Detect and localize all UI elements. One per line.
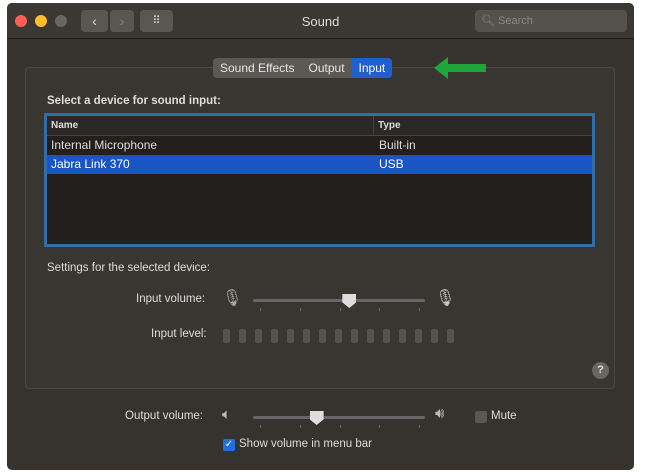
device-name: Internal Microphone <box>51 138 158 152</box>
level-segment <box>319 329 326 343</box>
level-segment <box>431 329 438 343</box>
device-table[interactable]: Name Type Internal Microphone Built-in J… <box>44 113 595 247</box>
level-segment <box>383 329 390 343</box>
settings-heading: Settings for the selected device: <box>47 262 211 274</box>
tab-bar: Sound Effects Output Input <box>213 58 393 78</box>
tab-sound-effects[interactable]: Sound Effects <box>213 58 302 78</box>
speaker-high-icon: 🔊︎ <box>435 405 445 422</box>
green-arrow-annotation-icon <box>434 57 486 79</box>
column-name[interactable]: Name <box>47 116 374 135</box>
speaker-low-icon: 🔈︎ <box>222 406 232 423</box>
tab-input[interactable]: Input <box>351 58 393 78</box>
show-volume-label: Show volume in menu bar <box>239 438 372 450</box>
table-row-selected[interactable]: Jabra Link 370 USB <box>47 155 592 174</box>
level-segment <box>303 329 310 343</box>
level-segment <box>271 329 278 343</box>
input-volume-slider[interactable] <box>253 299 425 302</box>
device-heading: Select a device for sound input: <box>47 95 221 107</box>
output-volume-label: Output volume: <box>125 410 203 422</box>
level-segment <box>239 329 246 343</box>
title-bar: ‹ › ⠿ Sound 🔍︎ Search <box>7 3 634 39</box>
level-segment <box>367 329 374 343</box>
mute-checkbox[interactable] <box>475 411 487 423</box>
input-level-label: Input level: <box>151 328 207 340</box>
search-input[interactable]: 🔍︎ Search <box>475 10 627 32</box>
level-segment <box>399 329 406 343</box>
mic-low-icon: 🎙︎ <box>222 290 243 307</box>
search-placeholder: Search <box>498 15 533 27</box>
level-segment <box>415 329 422 343</box>
level-segment <box>335 329 342 343</box>
device-name: Jabra Link 370 <box>51 157 130 171</box>
tab-output[interactable]: Output <box>302 58 352 78</box>
level-segment <box>223 329 230 343</box>
column-type[interactable]: Type <box>374 116 401 135</box>
show-volume-checkbox[interactable]: ✓ <box>223 439 235 451</box>
mic-high-icon: 🎙︎ <box>435 290 456 307</box>
level-segment <box>287 329 294 343</box>
input-volume-label: Input volume: <box>136 293 206 305</box>
level-segment <box>351 329 358 343</box>
output-volume-slider[interactable] <box>253 416 425 419</box>
sound-preferences-window: ‹ › ⠿ Sound 🔍︎ Search Sound Effects Outp… <box>7 3 634 470</box>
device-type: USB <box>379 157 404 171</box>
level-segment <box>255 329 262 343</box>
help-button[interactable]: ? <box>592 362 609 379</box>
search-icon: 🔍︎ <box>481 15 495 27</box>
table-row[interactable]: Internal Microphone Built-in <box>47 136 592 155</box>
output-volume-thumb[interactable] <box>309 411 324 425</box>
level-segment <box>447 329 454 343</box>
device-type: Built-in <box>379 138 416 152</box>
mute-label: Mute <box>491 410 517 422</box>
table-header: Name Type <box>47 116 592 136</box>
